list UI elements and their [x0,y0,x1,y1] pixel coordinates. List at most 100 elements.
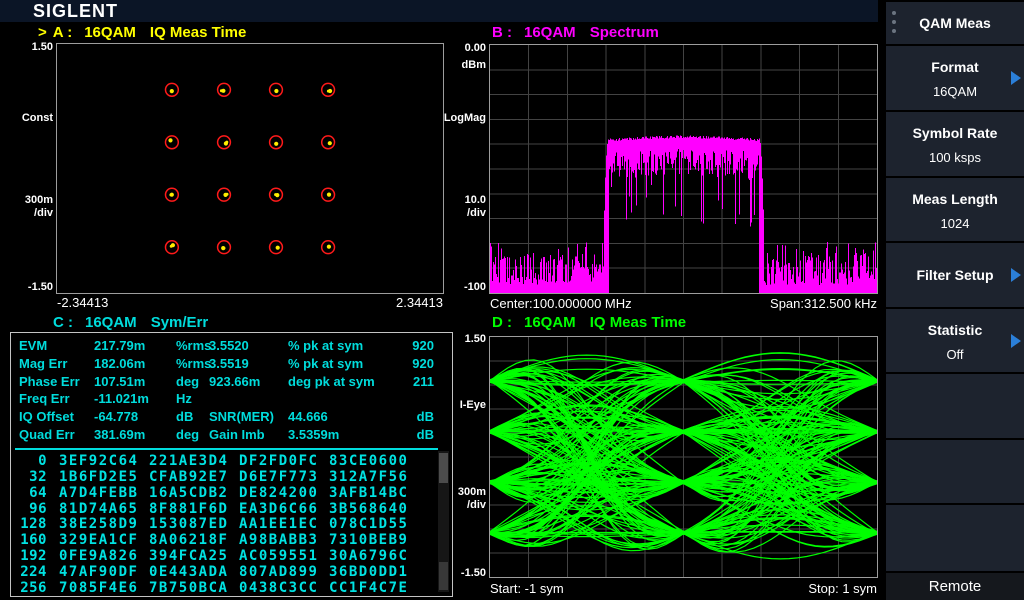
hex-group: A98BABB3 [239,532,319,549]
metric-cell: dB [416,409,434,425]
hex-row: 32 1B6FD2E5 CFAB92E7 D6E7F773 312A7F56 [11,469,452,485]
metric-cell: 3.5359m [288,427,340,442]
softkey-meas-length[interactable]: Meas Length 1024 [886,178,1024,241]
hex-group: 0E443ADA [149,563,229,580]
constellation-plot [164,82,336,255]
softkey-format[interactable]: Format 16QAM [886,46,1024,110]
hex-row: 64 A7D4FEBB 16A5CDB2 DE824200 3AFB14BC [11,485,452,501]
metric-cell: 182.06m [94,355,146,371]
metric-row: IQ Offset -64.778 dB SNR(MER) 44.666 dB [11,409,452,427]
hex-group: 36BD0DD1 [329,563,409,580]
hex-row: 160 329EA1CF 8A06218F A98BABB3 7310BEB9 [11,532,452,548]
metric-cell: 211 [413,373,434,389]
hex-group: 7085F4E6 [59,579,139,596]
hex-offset: 224 [20,563,47,580]
hex-group: EA3D6C66 [239,500,319,517]
d-y-bottom-label: -1.50 [460,567,486,579]
hex-group: 7B750BCA [149,579,229,596]
metric-cell: Hz [176,391,192,407]
spectrum-window[interactable] [489,44,878,294]
submenu-arrow-icon [1011,71,1021,85]
softkey-label: Filter Setup [916,267,994,283]
b-y-mid-label: LogMag [443,112,486,124]
metric-cell: Gain Imb [209,427,265,442]
hex-group: 3EF92C64 [59,453,139,469]
hex-row: 192 0FE9A826 394FCA25 AC059551 30A6796C [11,548,452,564]
metric-row: Phase Err 107.51m deg 923.66m deg pk at sym 2… [11,374,452,392]
metric-cell: 3.5519 [209,355,249,371]
hex-group: 312A7F56 [329,468,409,485]
a-y-mid-label: Const [21,112,53,124]
hex-group: 078C1D55 [329,516,409,533]
a-y-div-unit: /div [34,207,53,219]
metric-row: EVM 217.79m %rms 3.5520% pk at sym 920 [11,338,452,356]
metric-cell: Mag Err [19,355,68,371]
metric-cell: Phase Err [19,373,80,389]
metric-cell: 107.51m [94,373,146,389]
a-y-div-value: 300m [24,194,53,206]
panel-b-format: 16QAM [524,24,576,41]
hex-group: 329EA1CF [59,532,139,549]
metric-row: Mag Err 182.06m %rms 3.5519 % pk at sym 920 [11,356,452,374]
hex-group: 8A06218F [149,532,229,549]
hex-offset: 256 [20,579,47,596]
softkey-statistic[interactable]: Statistic Off [886,309,1024,372]
brand-logo: SIGLENT [33,1,119,21]
hex-group: CFAB92E7 [149,468,229,485]
panel-b-id: B : [492,24,512,41]
eye-diagram-plot [490,337,877,577]
d-stop-label: Stop: 1 sym [808,581,877,596]
hex-group: 3AFB14BC [329,484,409,501]
metric-row: Freq Err -11.021m Hz [11,391,452,409]
active-window-indicator: > [38,24,47,41]
metric-cell: 217.79m [94,338,146,353]
remote-status-button[interactable]: Remote [886,573,1024,600]
metric-cell: -64.778 [94,409,139,425]
hex-group: AA1EE1EC [239,516,319,533]
metric-cell: 44.666 [288,409,328,425]
hex-group: 3B568640 [329,500,409,517]
panel-b-view: Spectrum [589,24,659,41]
softkey-value: 1024 [940,216,970,231]
hex-group: 81D74A65 [59,500,139,517]
hex-offset: 192 [20,548,47,565]
d-y-div-unit: /div [467,499,486,511]
metric-cell: % pk at sym [288,355,364,371]
b-y-top-label: 0.00 [464,42,486,54]
panel-c-header: C : 16QAM Sym/Err [53,314,208,331]
metric-cell: IQ Offset [19,409,74,425]
symerr-window[interactable]: EVM 217.79m %rms 3.5520% pk at sym 920 Mag Er… [10,332,453,597]
a-y-bottom-label: -1.50 [27,281,53,293]
b-y-div-value: 10.0 [464,194,486,206]
b-center-freq-label: Center:100.000000 MHz [490,296,632,311]
hex-row: 224 47AF90DF 0E443ADA 807AD899 36BD0DD1 [11,564,452,580]
eye-diagram-window[interactable] [489,336,878,578]
metric-cell: 3.5520 [209,338,249,353]
softkey-qam-meas[interactable]: QAM Meas [886,2,1024,44]
metric-cell: deg [176,373,200,389]
panel-a-id: A : [52,24,73,41]
hex-scrollbar-thumb[interactable] [439,453,448,483]
softkey-value: Off [946,347,964,362]
hex-group: 1B6FD2E5 [59,468,139,485]
panel-a-format: 16QAM [84,24,136,41]
hex-group: CC1F4C7E [329,579,409,596]
hex-group: 221AE3D4 [149,453,229,469]
analyzer-screen: SIGLENT > A : 16QAM IQ Meas Time 1.50 Const… [0,0,1024,600]
softkey-filter-setup[interactable]: Filter Setup [886,243,1024,307]
b-y-div-unit: /div [467,207,486,219]
metric-cell: dB [176,409,194,425]
constellation-window[interactable] [56,43,444,294]
panel-b-header: B : 16QAM Spectrum [492,24,659,41]
hex-group: 8F881F6D [149,500,229,517]
softkey-value: 16QAM [932,84,978,99]
top-bar: SIGLENT [0,0,878,22]
hex-offset: 64 [29,484,47,501]
panel-d-header: D : 16QAM IQ Meas Time [492,314,686,331]
metric-cell: SNR(MER) [209,409,274,425]
softkey-symbol-rate[interactable]: Symbol Rate 100 ksps [886,112,1024,176]
symbol-hex-table: 0 3EF92C64 221AE3D4 DF2FD0FC 83CE0600 32 1B6FD… [11,453,452,596]
metric-cell: 923.66m [209,373,261,389]
metric-cell: % pk at sym [288,338,364,353]
hex-group: 47AF90DF [59,563,139,580]
